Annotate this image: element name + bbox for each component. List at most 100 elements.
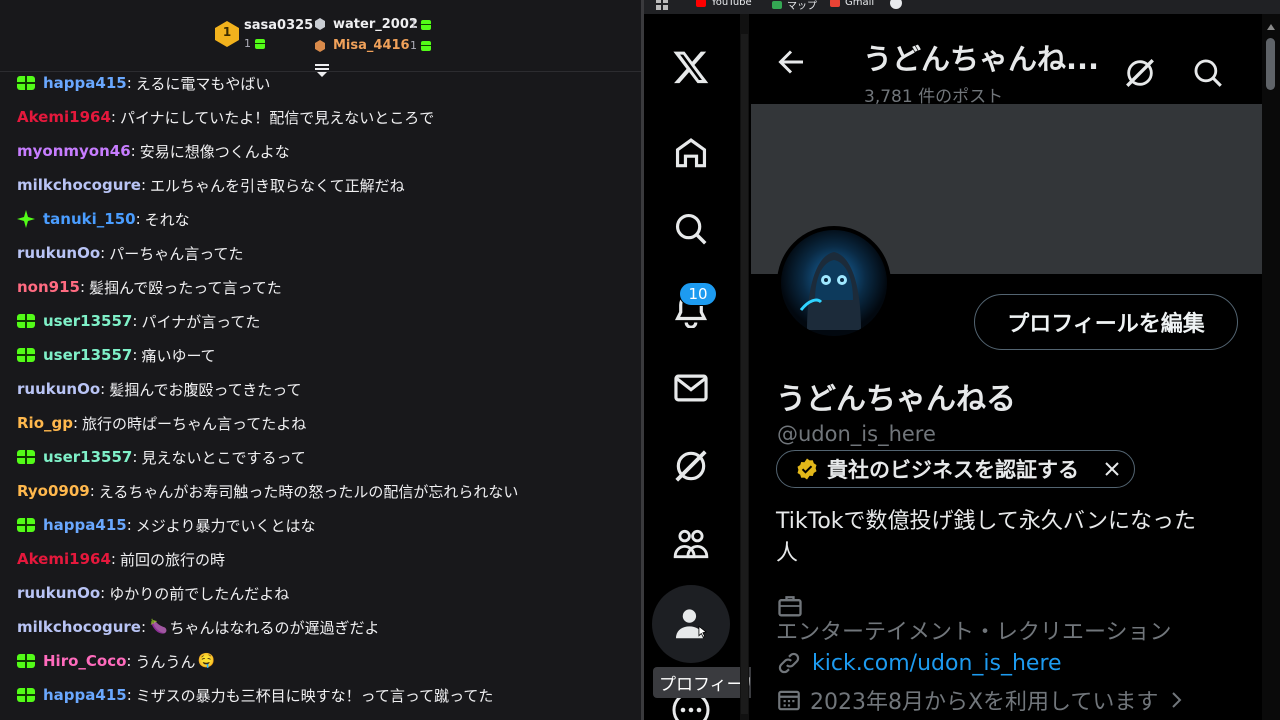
chat-username[interactable]: user13557 xyxy=(43,346,132,364)
chat-username[interactable]: Akemi1964 xyxy=(17,108,111,126)
leaderboard-third-name[interactable]: Misa_4416 xyxy=(333,38,410,53)
calendar-icon xyxy=(778,690,800,711)
bookmark-maps[interactable]: マップ xyxy=(772,0,817,12)
chat-separator: : xyxy=(72,414,79,432)
subscriber-badge-icon[interactable] xyxy=(17,75,35,91)
chat-username[interactable]: happa415 xyxy=(43,74,127,92)
chat-message-text: メジより暴力でいくとはな xyxy=(135,516,316,535)
leaderboard-second-name[interactable]: water_2002 xyxy=(333,17,418,32)
chat-username[interactable]: user13557 xyxy=(43,312,132,330)
verify-business-label: 貴社のビジネスを認証する xyxy=(827,458,1079,482)
chat-username[interactable]: Akemi1964 xyxy=(17,550,111,568)
chat-message: milkchocogure: 🍆 ちゃんはなれるのが遅過ぎだよ xyxy=(17,615,379,639)
chat-username[interactable]: milkchocogure xyxy=(17,618,141,636)
chat-username[interactable]: non915 xyxy=(17,278,80,296)
nav-profile[interactable] xyxy=(652,585,730,663)
bookmark-gmail[interactable]: Gmail xyxy=(830,0,874,8)
chat-username[interactable]: happa415 xyxy=(43,516,127,534)
profile-category: エンターテイメント・レクリエーション xyxy=(776,620,1172,645)
rank-2-icon xyxy=(315,18,325,30)
chat-message: Hiro_Coco: うんうん 🤤 xyxy=(17,649,215,673)
close-icon[interactable] xyxy=(1102,459,1122,479)
gift-box-icon xyxy=(17,518,35,532)
chat-username[interactable]: milkchocogure xyxy=(17,176,141,194)
first-count-value: 1 xyxy=(244,37,251,50)
grok-icon xyxy=(675,450,707,482)
chat-message: tanuki_150: それな xyxy=(17,207,190,231)
nav-scrollbar[interactable] xyxy=(740,14,749,720)
profile-website-link[interactable]: kick.com/udon_is_here xyxy=(812,651,1062,676)
chat-separator: : xyxy=(130,142,136,160)
subscriber-badge-icon[interactable] xyxy=(17,517,35,533)
profile-handle: @udon_is_here xyxy=(777,422,936,446)
chat-message-text: エルちゃんを引き取らなくて正解だね xyxy=(150,176,405,195)
nav-grok[interactable] xyxy=(666,441,716,491)
nav-explore[interactable] xyxy=(666,204,716,254)
subscriber-badge-icon[interactable] xyxy=(17,653,35,669)
chat-message: Ryo0909: えるちゃんがお寿司触った時の怒ったルの配信が忘れられない xyxy=(17,479,518,503)
leaderboard-first-name[interactable]: sasa0325 xyxy=(244,18,313,33)
subscriber-badge-icon[interactable] xyxy=(17,449,35,465)
chat-emote: 🍆 xyxy=(150,619,168,635)
chat-emote: 🤤 xyxy=(197,653,215,669)
gift-box-icon xyxy=(17,76,35,90)
gift-icon xyxy=(420,20,431,30)
search-icon xyxy=(675,213,707,245)
verify-business-button[interactable]: 貴社のビジネスを認証する xyxy=(776,450,1135,488)
chat-username[interactable]: Hiro_Coco xyxy=(43,652,126,670)
x-logo-icon xyxy=(673,51,709,84)
grok-icon[interactable] xyxy=(1123,56,1157,90)
x-side-nav: 10 プロフィール xyxy=(644,14,767,720)
home-icon xyxy=(675,138,707,168)
gift-leaderboard: 1 sasa0325 1 water_2002 1 Misa_4416 1 xyxy=(0,0,641,77)
leaderboard-first-count: 1 xyxy=(244,37,265,50)
gift-box-icon xyxy=(17,450,35,464)
chat-separator: : xyxy=(126,686,132,704)
x-logo-link[interactable] xyxy=(666,42,716,92)
chat-message-text: ミザスの暴力も三杯目に映すな！って言って蹴ってた xyxy=(135,686,494,705)
profile-column: うどんちゃんね... 3,781 件のポスト プロフィールを編集 うどんちゃんね… xyxy=(751,14,1262,720)
nav-messages[interactable] xyxy=(666,363,716,413)
chat-message: milkchocogure: エルちゃんを引き取らなくて正解だね xyxy=(17,173,405,197)
chat-username[interactable]: ruukunOo xyxy=(17,244,100,262)
chevron-right-icon[interactable] xyxy=(1166,690,1186,710)
chat-message-text: えるちゃんがお寿司触った時の怒ったルの配信が忘れられない xyxy=(98,482,519,501)
subscriber-badge-icon[interactable] xyxy=(17,313,35,329)
page-scrollbar[interactable] xyxy=(1262,14,1280,720)
subscriber-badge-icon[interactable] xyxy=(17,687,35,703)
mail-icon xyxy=(674,374,708,402)
apps-grid-icon[interactable] xyxy=(656,0,668,10)
chat-username[interactable]: happa415 xyxy=(43,686,127,704)
bookmark-extra-icon[interactable] xyxy=(890,0,902,9)
chat-username[interactable]: ruukunOo xyxy=(17,380,100,398)
nav-home[interactable] xyxy=(666,128,716,178)
chat-username[interactable]: tanuki_150 xyxy=(43,210,136,228)
profile-bio: TikTokで数億投げ銭して永久バンになった人 xyxy=(776,509,1196,566)
profile-tooltip: プロフィール xyxy=(653,667,767,698)
chat-username[interactable]: Rio_gp xyxy=(17,414,73,432)
subscriber-badge-icon[interactable] xyxy=(17,347,35,363)
chat-username[interactable]: myonmyon46 xyxy=(17,142,131,160)
sparkle-badge-icon[interactable] xyxy=(17,210,35,228)
chat-separator: : xyxy=(126,652,132,670)
chat-message: Rio_gp: 旅行の時ぱーちゃん言ってたよね xyxy=(17,411,306,435)
back-arrow-icon[interactable] xyxy=(773,44,809,80)
chat-message-text: パーちゃん言ってた xyxy=(109,244,244,263)
search-icon[interactable] xyxy=(1191,56,1225,90)
chat-username[interactable]: user13557 xyxy=(43,448,132,466)
scroll-thumb[interactable] xyxy=(1266,38,1275,90)
chat-username[interactable]: Ryo0909 xyxy=(17,482,90,500)
edit-profile-button[interactable]: プロフィールを編集 xyxy=(974,294,1238,350)
scroll-up-icon[interactable] xyxy=(1267,24,1275,30)
profile-avatar[interactable] xyxy=(777,226,891,340)
bookmark-youtube[interactable]: YouTube xyxy=(696,0,752,8)
chat-message: user13557: 見えないとこでするって xyxy=(17,445,306,469)
chat-separator: : xyxy=(126,74,132,92)
nav-communities[interactable] xyxy=(666,519,716,569)
chat-separator: : xyxy=(110,108,116,126)
chat-message-list: happa415: えるに電マもやばい Akemi1964: パイナにしていたよ！配信… xyxy=(0,74,641,720)
profile-icon xyxy=(675,609,707,639)
chat-username[interactable]: ruukunOo xyxy=(17,584,100,602)
chat-separator: : xyxy=(100,380,106,398)
chat-separator: : xyxy=(110,550,116,568)
